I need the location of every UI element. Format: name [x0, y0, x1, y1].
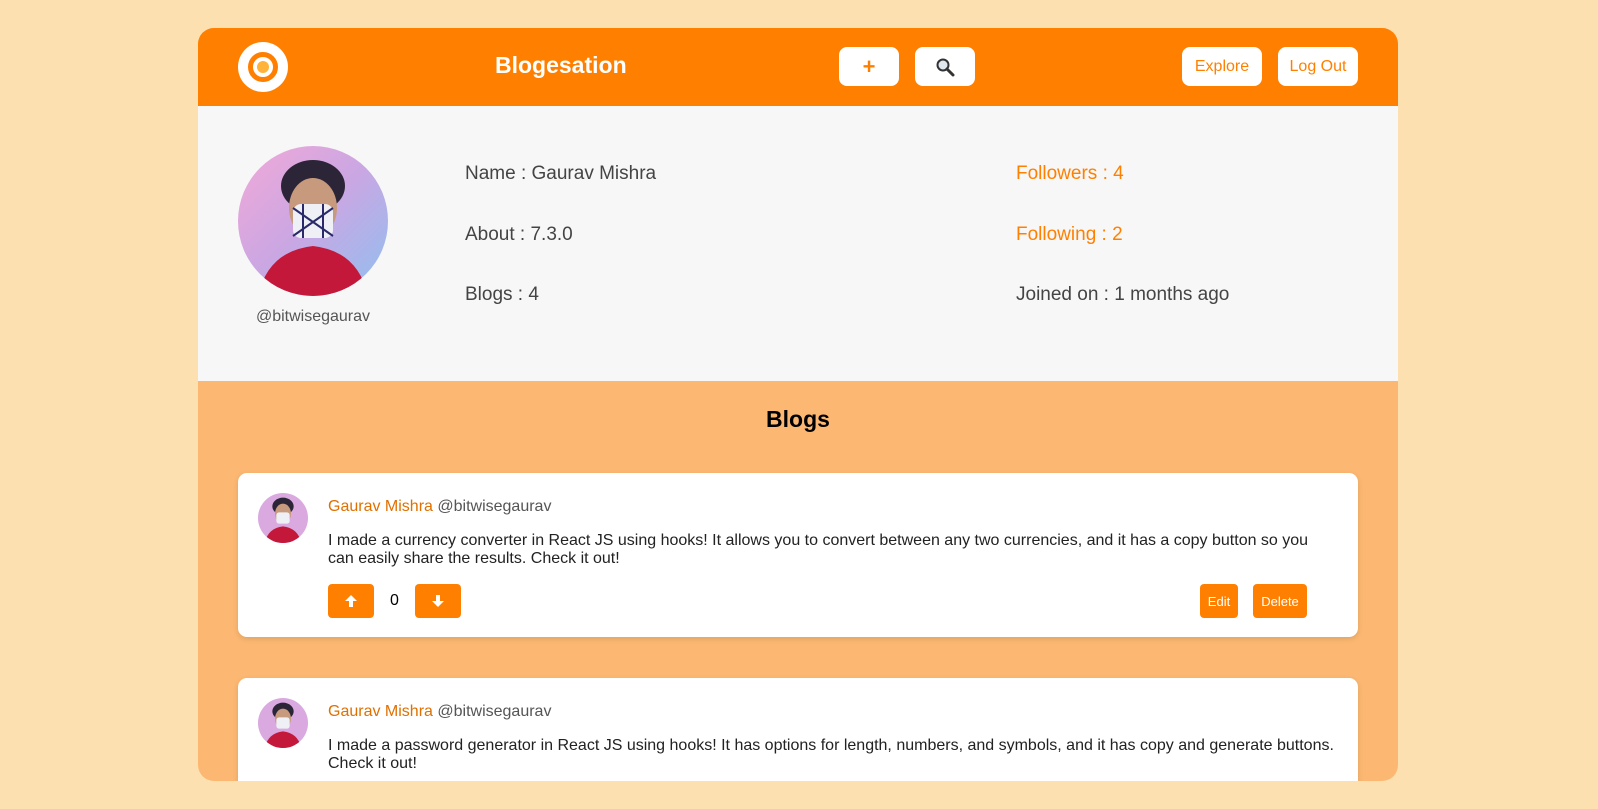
profile-joined: Joined on : 1 months ago — [1016, 284, 1230, 305]
edit-button[interactable]: Edit — [1200, 584, 1238, 618]
blog-author-avatar — [258, 493, 308, 543]
logout-button[interactable]: Log Out — [1278, 47, 1358, 86]
blog-author-name[interactable]: Gaurav Mishra — [328, 703, 433, 720]
brand-title: Blogesation — [495, 52, 627, 78]
profile-section: @bitwisegaurav Name : Gaurav Mishra Abou… — [198, 106, 1398, 381]
blog-author-handle: @bitwisegaurav — [437, 498, 552, 515]
blog-content: I made a password generator in React JS … — [328, 737, 1334, 772]
profile-name: Name : Gaurav Mishra — [465, 163, 657, 184]
profile-blogs-count: Blogs : 4 — [465, 284, 539, 305]
downvote-button[interactable] — [415, 584, 461, 618]
add-blog-button[interactable]: + — [839, 47, 899, 86]
following-link[interactable]: Following : 2 — [1016, 224, 1123, 246]
arrow-up-icon — [345, 595, 357, 607]
search-button[interactable] — [915, 47, 975, 86]
blog-content: I made a currency converter in React JS … — [328, 532, 1309, 567]
explore-button[interactable]: Explore — [1182, 47, 1262, 86]
arrow-down-icon — [432, 595, 444, 607]
profile-avatar — [238, 146, 388, 296]
vote-count: 0 — [390, 592, 399, 609]
followers-link[interactable]: Followers : 4 — [1016, 163, 1124, 185]
profile-handle: @bitwisegaurav — [255, 308, 371, 325]
logo[interactable] — [238, 42, 288, 92]
blog-author-name[interactable]: Gaurav Mishra — [328, 498, 433, 515]
blog-author-handle: @bitwisegaurav — [437, 703, 552, 720]
blog-card: Gaurav Mishra @bitwisegaurav I made a pa… — [238, 678, 1358, 781]
delete-button[interactable]: Delete — [1253, 584, 1307, 618]
profile-about: About : 7.3.0 — [465, 224, 573, 245]
blog-author: Gaurav Mishra @bitwisegaurav — [328, 498, 551, 516]
navbar: Blogesation + Explore Log Out — [198, 28, 1398, 106]
blog-card: Gaurav Mishra @bitwisegaurav I made a cu… — [238, 473, 1358, 637]
app-container: Blogesation + Explore Log Out @bitwisega… — [198, 28, 1398, 781]
blogs-heading: Blogs — [766, 406, 830, 432]
blog-author-avatar — [258, 698, 308, 748]
logo-icon — [248, 52, 278, 82]
upvote-button[interactable] — [328, 584, 374, 618]
blog-author: Gaurav Mishra @bitwisegaurav — [328, 703, 551, 721]
search-icon — [936, 58, 955, 76]
